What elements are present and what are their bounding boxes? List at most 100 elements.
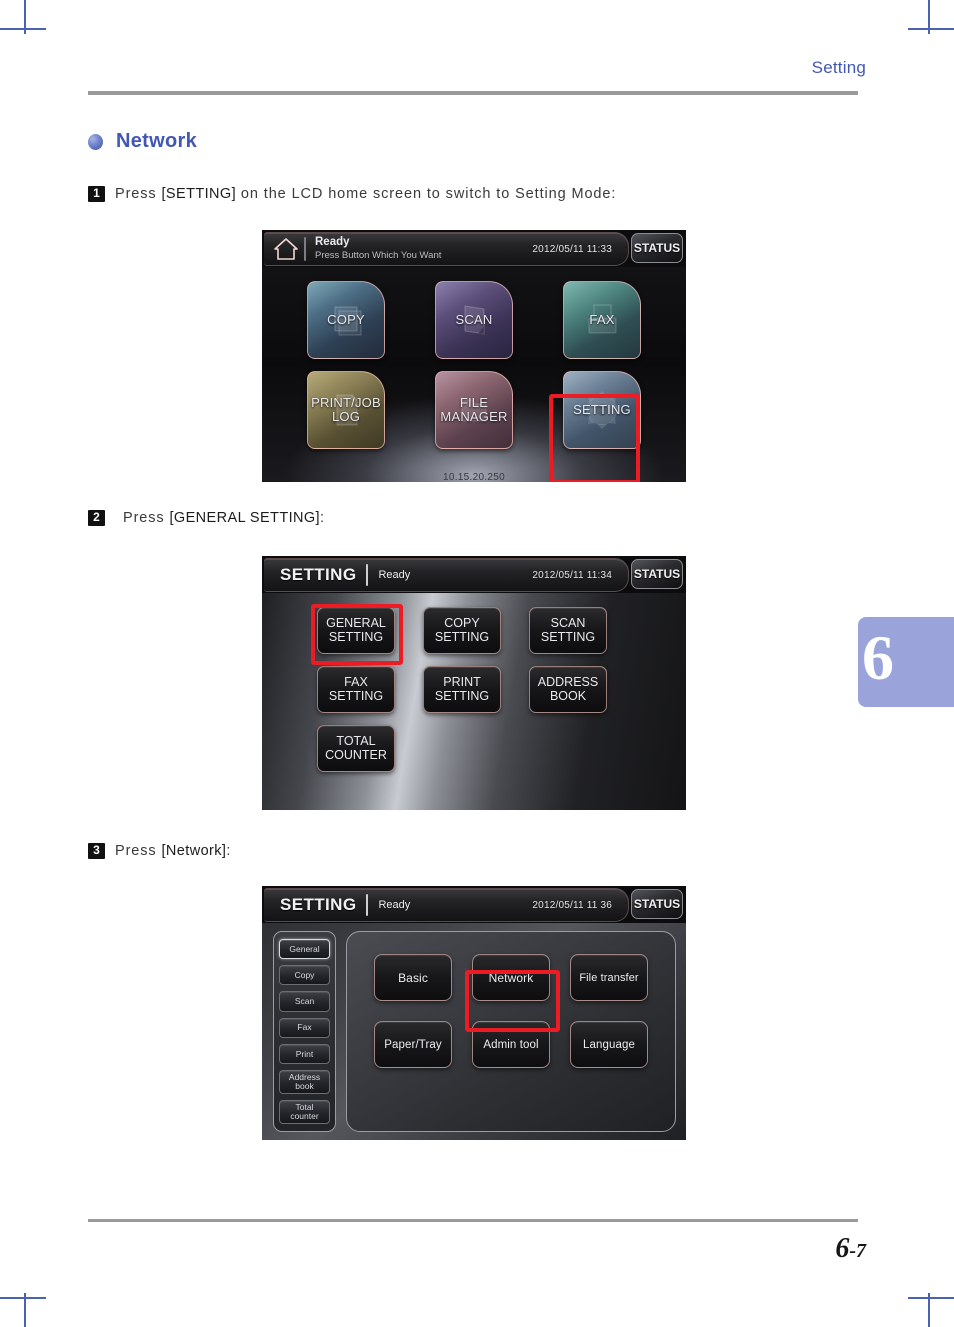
general-button-network[interactable]: Network	[472, 954, 550, 1001]
tile-label: FAX	[589, 312, 615, 328]
tile-setting[interactable]: SETTING	[563, 371, 641, 449]
side-nav-print[interactable]: Print	[279, 1043, 330, 1064]
status-button[interactable]: STATUS	[631, 233, 683, 263]
lcd-setting-topbar: SETTING Ready 2012/05/11 11:34 STATUS	[262, 556, 686, 593]
bullet-dot-icon	[88, 133, 103, 150]
crop-mark-bottom-right-horizontal	[908, 1297, 954, 1299]
crop-mark-top-right-horizontal	[908, 28, 954, 30]
step-text-after: on the LCD home screen to switch to Sett…	[236, 186, 617, 202]
step-number-badge: 1	[88, 186, 105, 202]
menu-button-fax-setting[interactable]: FAX SETTING	[317, 666, 395, 713]
general-button-admin-tool[interactable]: Admin tool	[472, 1021, 550, 1068]
step-number-badge: 2	[88, 510, 105, 526]
side-nav-address-book[interactable]: Address book	[279, 1069, 330, 1094]
lcd-home-status-sub: Press Button Which You Want	[315, 249, 442, 261]
lcd-setting-datetime: 2012/05/11 11:34	[532, 569, 612, 581]
page-number-minor: 7	[856, 1240, 866, 1262]
general-row-2: Paper/Tray Admin tool Language	[360, 1021, 662, 1068]
lcd-home-status-title: Ready	[315, 236, 350, 249]
step-text: Press [GENERAL SETTING]:	[115, 510, 325, 526]
tile-fax[interactable]: FAX	[563, 281, 641, 359]
section-heading: Network	[88, 130, 197, 153]
tile-label: COPY	[327, 312, 365, 328]
lcd-home-body: COPY SCAN FAX PRINT/JOB LOG FILE MANAGER…	[262, 267, 686, 482]
general-button-paper-tray[interactable]: Paper/Tray	[374, 1021, 452, 1068]
running-header: Setting	[811, 58, 866, 77]
step-key-label: [SETTING]	[161, 186, 236, 202]
side-nav-general[interactable]: General	[279, 939, 330, 960]
menu-button-print-setting[interactable]: PRINT SETTING	[423, 666, 501, 713]
side-nav-copy[interactable]: Copy	[279, 965, 330, 986]
lcd-setting-mode-label: SETTING	[280, 565, 357, 584]
tile-copy[interactable]: COPY	[307, 281, 385, 359]
mode-divider	[366, 564, 369, 586]
step-key-label: [GENERAL SETTING]	[169, 510, 320, 526]
side-nav-total-counter[interactable]: Total counter	[279, 1099, 330, 1124]
tile-file-manager[interactable]: FILE MANAGER	[435, 371, 513, 449]
step-key-label: [Network]	[161, 843, 227, 859]
chapter-number: 6	[862, 622, 894, 693]
tile-print-job-log[interactable]: PRINT/JOB LOG	[307, 371, 385, 449]
tile-label: PRINT/JOB LOG	[311, 395, 381, 424]
general-button-basic[interactable]: Basic	[374, 954, 452, 1001]
home-icon[interactable]	[264, 237, 302, 261]
page-number-separator: -	[849, 1240, 856, 1262]
tile-scan[interactable]: SCAN	[435, 281, 513, 359]
lcd-home-topbar: Ready Press Button Which You Want 2012/0…	[262, 230, 686, 267]
lcd-general-datetime: 2012/05/11 11 36	[532, 899, 612, 911]
page-number-major: 6	[835, 1233, 850, 1264]
lcd-setting-status-title: Ready	[378, 568, 411, 581]
lcd-home-datetime: 2012/05/11 11:33	[532, 243, 612, 255]
lcd-setting-body: GENERAL SETTING COPY SETTING SCAN SETTIN…	[262, 593, 686, 810]
lcd-general-topbar-plate: SETTING Ready 2012/05/11 11 36	[264, 888, 629, 922]
lcd-home-tile-row-1: COPY SCAN FAX	[262, 281, 686, 359]
topbar-divider	[304, 237, 306, 261]
general-content-panel: Basic Network File transfer Paper/Tray A…	[346, 931, 676, 1132]
general-button-language[interactable]: Language	[570, 1021, 648, 1068]
lcd-setting-button-grid: GENERAL SETTING COPY SETTING SCAN SETTIN…	[262, 607, 686, 772]
lcd-setting-row-2: FAX SETTING PRINT SETTING ADDRESS BOOK	[262, 666, 686, 713]
step-3: 3 Press [Network]:	[88, 843, 231, 859]
status-button[interactable]: STATUS	[631, 889, 683, 919]
crop-mark-bottom-left-horizontal	[0, 1297, 46, 1299]
header-divider	[88, 91, 858, 95]
menu-button-total-counter[interactable]: TOTAL COUNTER	[317, 725, 395, 772]
step-text-before: Press	[115, 843, 162, 859]
lcd-home-ip-address: 10.15.20.250	[443, 472, 505, 482]
lcd-general-setting-screen: SETTING Ready 2012/05/11 11 36 STATUS Ge…	[262, 886, 686, 1140]
menu-button-general-setting[interactable]: GENERAL SETTING	[317, 607, 395, 654]
step-text-after: :	[226, 843, 232, 859]
side-nav-scan[interactable]: Scan	[279, 991, 330, 1012]
general-button-file-transfer[interactable]: File transfer	[570, 954, 648, 1001]
step-text: Press [Network]:	[115, 843, 231, 859]
lcd-home-tile-grid: COPY SCAN FAX PRINT/JOB LOG FILE MANAGER…	[262, 281, 686, 449]
lcd-home-status-stack: Ready Press Button Which You Want	[315, 236, 441, 261]
status-button[interactable]: STATUS	[631, 559, 683, 589]
tile-label: FILE MANAGER	[440, 395, 508, 424]
step-2: 2 Press [GENERAL SETTING]:	[88, 510, 325, 526]
lcd-general-body: General Copy Scan Fax Print Address book…	[262, 923, 686, 1140]
crop-mark-top-left-horizontal	[0, 28, 46, 30]
general-side-nav: General Copy Scan Fax Print Address book…	[273, 931, 336, 1132]
menu-button-scan-setting[interactable]: SCAN SETTING	[529, 607, 607, 654]
step-text: Press [SETTING] on the LCD home screen t…	[115, 186, 616, 202]
step-1: 1 Press [SETTING] on the LCD home screen…	[88, 186, 616, 202]
lcd-setting-row-3: TOTAL COUNTER	[262, 725, 686, 772]
lcd-setting-row-1: GENERAL SETTING COPY SETTING SCAN SETTIN…	[262, 607, 686, 654]
footer-divider	[88, 1219, 858, 1222]
lcd-general-status-title: Ready	[378, 898, 411, 911]
step-number-badge: 3	[88, 843, 105, 859]
tile-label: SETTING	[573, 402, 631, 418]
lcd-home-tile-row-2: PRINT/JOB LOG FILE MANAGER SETTING	[262, 371, 686, 449]
menu-button-copy-setting[interactable]: COPY SETTING	[423, 607, 501, 654]
page-number: 6-7	[835, 1233, 866, 1265]
lcd-home-topbar-plate: Ready Press Button Which You Want 2012/0…	[264, 232, 629, 266]
side-nav-fax[interactable]: Fax	[279, 1017, 330, 1038]
menu-button-address-book[interactable]: ADDRESS BOOK	[529, 666, 607, 713]
lcd-general-mode-label: SETTING	[280, 895, 357, 914]
lcd-general-topbar: SETTING Ready 2012/05/11 11 36 STATUS	[262, 886, 686, 923]
lcd-setting-menu-screen: SETTING Ready 2012/05/11 11:34 STATUS GE…	[262, 556, 686, 810]
lcd-setting-topbar-plate: SETTING Ready 2012/05/11 11:34	[264, 558, 629, 592]
mode-divider	[366, 894, 369, 916]
page-title: Network	[116, 130, 198, 152]
